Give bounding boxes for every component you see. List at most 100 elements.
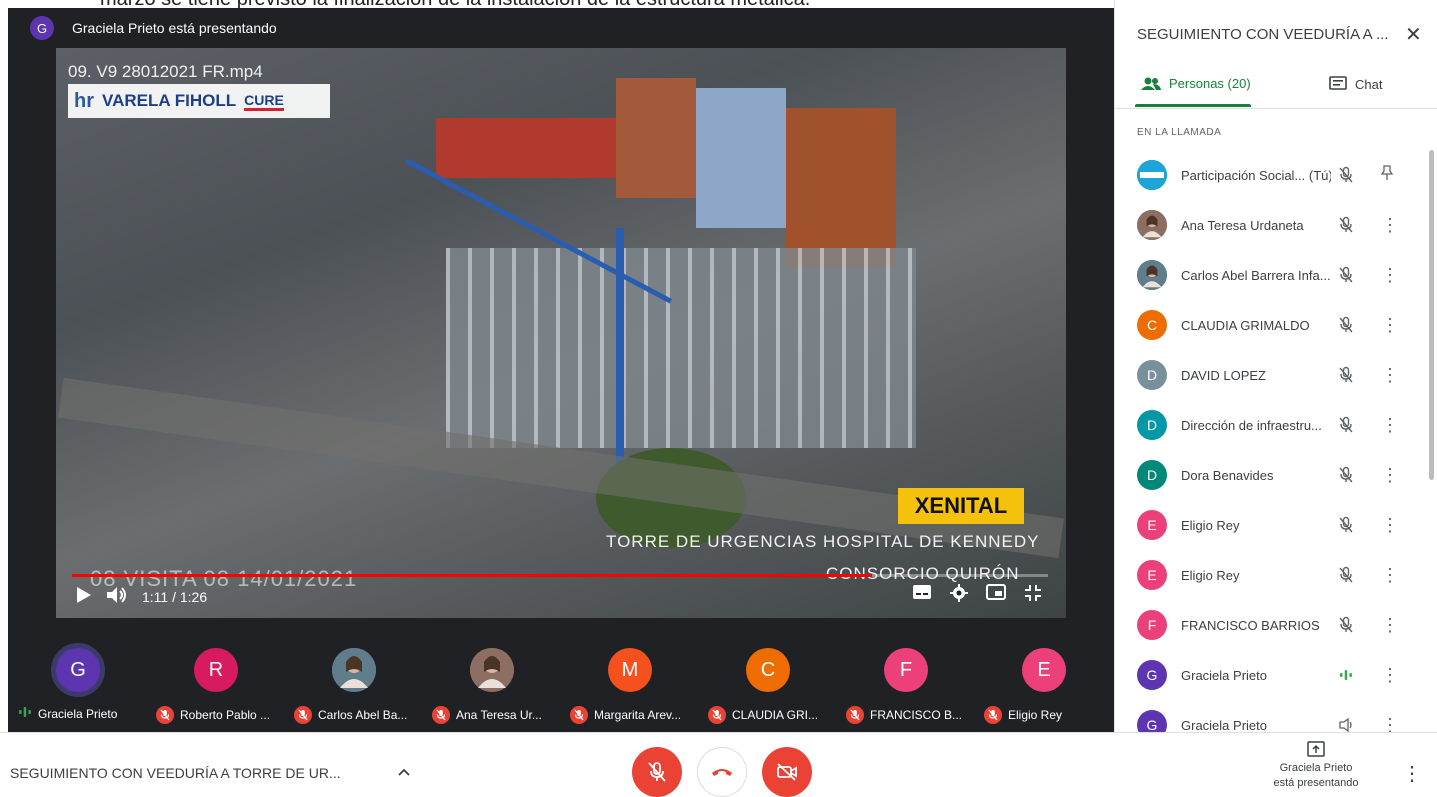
chevron-up-icon[interactable] — [398, 763, 410, 779]
participant-tile[interactable]: R Roberto Pablo ... — [148, 618, 286, 732]
mic-off-icon — [1337, 416, 1355, 434]
more-options-icon[interactable]: ⋮ — [1402, 761, 1422, 786]
participant-tile[interactable]: C CLAUDIA GRI... — [700, 618, 838, 732]
tab-chat[interactable]: Chat — [1329, 76, 1382, 92]
participant-name: Dirección de infraestru... — [1181, 417, 1322, 433]
chat-icon — [1329, 76, 1347, 90]
participant-name: Eligio Rey — [1181, 567, 1240, 583]
participant-row[interactable]: Participación Social... (Tú) — [1115, 150, 1431, 200]
miniplayer-icon[interactable] — [986, 584, 1006, 607]
participant-row[interactable]: F FRANCISCO BARRIOS ⋮ — [1115, 600, 1431, 650]
participant-tile[interactable]: M Margarita Arev... — [562, 618, 700, 732]
leave-call-button[interactable] — [697, 747, 747, 797]
avatar — [1137, 160, 1167, 190]
video-file-title: 09. V9 28012021 FR.mp4 — [68, 62, 263, 81]
meeting-title[interactable]: SEGUIMIENTO CON VEEDURÍA A TORRE DE UR..… — [10, 765, 341, 781]
mic-off-icon — [1337, 466, 1355, 484]
stage: G Graciela Prieto está presentando 09. V… — [8, 8, 1114, 732]
shared-video[interactable]: 09. V9 28012021 FR.mp4 hr VARELA FIHOLL … — [56, 48, 1066, 618]
video-progress-fill — [72, 574, 873, 577]
speaking-icon — [18, 706, 32, 721]
participant-tile[interactable]: F FRANCISCO B... — [838, 618, 976, 732]
participant-name: Ana Teresa Urdaneta — [1181, 217, 1304, 233]
participant-tile-label: Graciela Prieto — [18, 706, 142, 721]
participant-tile-label: CLAUDIA GRI... — [708, 706, 832, 724]
participant-row[interactable]: G Graciela Prieto ⋮ — [1115, 700, 1431, 732]
phone-hangup-icon — [712, 769, 732, 776]
participant-name: FRANCISCO B... — [870, 708, 963, 722]
more-options-icon[interactable]: ⋮ — [1381, 715, 1399, 733]
avatar: D — [1137, 360, 1167, 390]
more-options-icon[interactable]: ⋮ — [1381, 265, 1399, 286]
logo-cure: CURE — [244, 92, 284, 111]
pin-icon[interactable] — [1380, 164, 1394, 186]
participant-name: CLAUDIA GRI... — [732, 708, 819, 722]
more-options-icon[interactable]: ⋮ — [1381, 665, 1399, 686]
exit-fullscreen-icon[interactable] — [1024, 584, 1042, 607]
avatar: C — [746, 648, 790, 692]
participant-tile[interactable]: G Graciela Prieto — [10, 618, 148, 732]
more-options-icon[interactable]: ⋮ — [1381, 515, 1399, 536]
avatar: G — [1137, 660, 1167, 690]
participant-tile-label: Carlos Abel Ba... — [294, 706, 418, 724]
participant-row[interactable]: Carlos Abel Barrera Infa... ⋮ — [1115, 250, 1431, 300]
mic-off-icon — [432, 706, 450, 724]
avatar — [1137, 260, 1167, 290]
tab-active-indicator — [1135, 104, 1251, 107]
close-icon[interactable]: ✕ — [1405, 22, 1422, 47]
tab-people-label: Personas (20) — [1169, 76, 1251, 91]
subtitles-icon[interactable] — [912, 584, 932, 607]
camera-off-icon — [777, 763, 797, 781]
presenter-bar: G Graciela Prieto está presentando — [8, 8, 1114, 48]
more-options-icon[interactable]: ⋮ — [1381, 565, 1399, 586]
panel-scrollbar[interactable] — [1429, 150, 1434, 480]
participant-name: Graciela Prieto — [1181, 717, 1267, 733]
participant-tile[interactable]: E Eligio Rey — [976, 618, 1114, 732]
avatar: C — [1137, 310, 1167, 340]
mic-off-icon — [156, 706, 174, 724]
video-progress-bar[interactable] — [72, 574, 1048, 577]
participant-row[interactable]: C CLAUDIA GRIMALDO ⋮ — [1115, 300, 1431, 350]
avatar: D — [1137, 410, 1167, 440]
mic-off-icon — [984, 706, 1002, 724]
participant-name: Eligio Rey — [1181, 517, 1240, 533]
camera-toggle-button[interactable] — [762, 747, 812, 797]
participant-row[interactable]: D Dirección de infraestru... ⋮ — [1115, 400, 1431, 450]
more-options-icon[interactable]: ⋮ — [1381, 615, 1399, 636]
participant-row[interactable]: G Graciela Prieto ⋮ — [1115, 650, 1431, 700]
video-tagline-1: TORRE DE URGENCIAS HOSPITAL DE KENNEDY — [606, 532, 1040, 551]
participant-row[interactable]: D Dora Benavides ⋮ — [1115, 450, 1431, 500]
more-options-icon[interactable]: ⋮ — [1381, 365, 1399, 386]
participant-tile[interactable]: Carlos Abel Ba... — [286, 618, 424, 732]
participant-name: Graciela Prieto — [1181, 667, 1267, 683]
participant-name: FRANCISCO BARRIOS — [1181, 617, 1320, 633]
participant-name: Eligio Rey — [1008, 708, 1063, 722]
participant-tile[interactable]: Ana Teresa Ur... — [424, 618, 562, 732]
participant-name: Graciela Prieto — [38, 706, 118, 721]
play-icon[interactable] — [76, 586, 92, 607]
presenting-status: está presentando — [1273, 777, 1359, 789]
participant-row[interactable]: Ana Teresa Urdaneta ⋮ — [1115, 200, 1431, 250]
mic-off-icon — [1337, 316, 1355, 334]
more-options-icon[interactable]: ⋮ — [1381, 415, 1399, 436]
avatar: F — [1137, 610, 1167, 640]
presenting-indicator[interactable]: Graciela Prieto está presentando — [1266, 741, 1366, 791]
more-options-icon[interactable]: ⋮ — [1381, 215, 1399, 236]
settings-gear-icon[interactable] — [950, 584, 968, 607]
participant-row[interactable]: D DAVID LOPEZ ⋮ — [1115, 350, 1431, 400]
mic-toggle-button[interactable] — [632, 747, 682, 797]
participant-row[interactable]: E Eligio Rey ⋮ — [1115, 550, 1431, 600]
scene-crane-mast — [616, 228, 624, 488]
avatar: E — [1137, 510, 1167, 540]
participant-row[interactable]: E Eligio Rey ⋮ — [1115, 500, 1431, 550]
more-options-icon[interactable]: ⋮ — [1381, 465, 1399, 486]
more-options-icon[interactable]: ⋮ — [1381, 315, 1399, 336]
avatar — [470, 648, 514, 692]
volume-icon[interactable] — [106, 586, 128, 607]
tab-people[interactable]: Personas (20) — [1141, 76, 1251, 91]
avatar: G — [56, 648, 100, 692]
panel-title: SEGUIMIENTO CON VEEDURÍA A ... — [1137, 26, 1389, 43]
mic-off-icon — [708, 706, 726, 724]
panel-tabs: Personas (20) Chat — [1115, 66, 1437, 109]
mic-off-icon — [294, 706, 312, 724]
